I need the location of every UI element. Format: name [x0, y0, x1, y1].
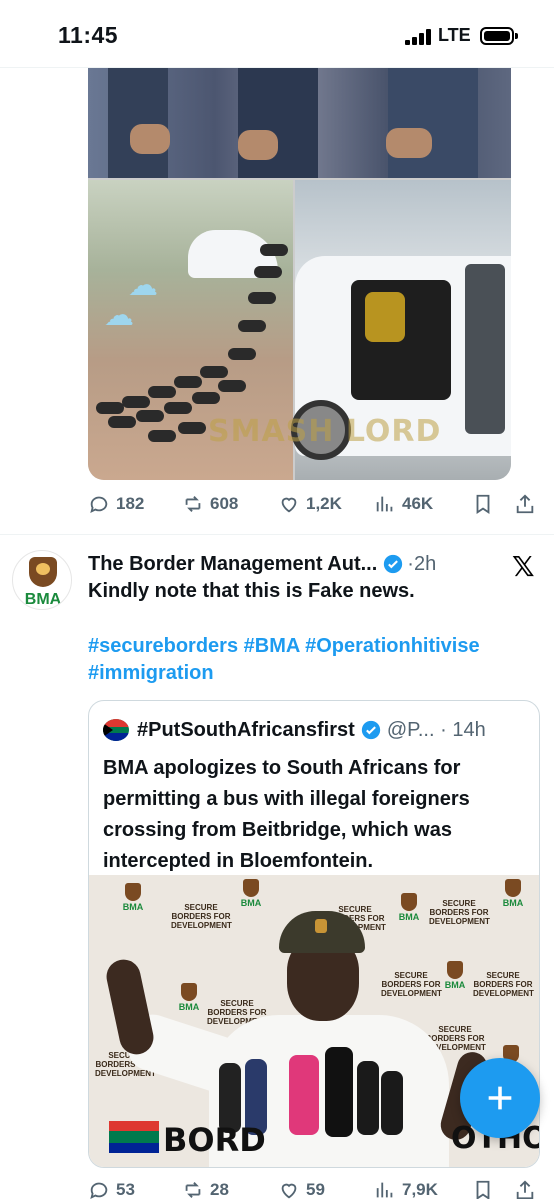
bookmark-button[interactable] [472, 1170, 500, 1199]
reply-button[interactable]: 182 [88, 484, 144, 524]
verified-badge-icon [361, 720, 380, 740]
views-count: 7,9K [402, 1180, 438, 1199]
network-label: LTE [438, 25, 471, 45]
views-icon [376, 496, 393, 512]
quote-text: BMA apologizes to South Africans for per… [103, 757, 470, 872]
repost-count: 28 [210, 1180, 229, 1199]
avatar-text: BMA [24, 591, 62, 608]
tweet-divider [0, 534, 554, 535]
bookmark-icon [476, 494, 490, 514]
like-count: 1,2K [306, 494, 342, 513]
reply-icon [90, 1182, 108, 1199]
like-count: 59 [306, 1180, 325, 1199]
media-watermark: SMASH LORD [208, 414, 442, 449]
views-button[interactable]: 46K [374, 484, 433, 524]
battery-icon [480, 27, 518, 45]
heart-icon [281, 1183, 297, 1199]
media-photo-officers[interactable] [88, 68, 511, 178]
share-button[interactable] [514, 1170, 542, 1199]
tweet-text: Kindly note that this is Fake news. [88, 580, 415, 602]
x-logo-icon[interactable]: 𝕏 [512, 550, 535, 583]
repost-count: 608 [210, 494, 239, 513]
verified-badge-icon [384, 554, 403, 574]
tweet-hashtags[interactable]: #secureborders #BMA #Operationhitivise #… [88, 633, 538, 687]
reply-count: 182 [116, 494, 145, 513]
quote-author-name: #PutSouthAfricansfirst [137, 718, 355, 741]
south-africa-flag [109, 1121, 159, 1153]
share-icon [516, 1180, 534, 1199]
repost-icon [185, 1182, 201, 1198]
compose-button[interactable] [460, 1058, 540, 1138]
banner-text-left: BORD [163, 1121, 266, 1159]
signal-icon [405, 29, 433, 45]
plus-icon [488, 1086, 512, 1110]
tweet-actions: 182 608 1,2K 46K [88, 484, 540, 524]
views-count: 46K [402, 494, 434, 513]
tweet-header: The Border Management Aut... ·2h [88, 550, 436, 578]
author-name[interactable]: The Border Management Aut... [88, 553, 377, 576]
tweet-time[interactable]: ·2h [407, 553, 436, 576]
heart-icon [281, 497, 297, 513]
like-button[interactable]: 1,2K [278, 484, 342, 524]
repost-button[interactable]: 28 [182, 1170, 229, 1199]
tweet-actions: 53 28 59 7,9K [88, 1170, 540, 1199]
tweet-media[interactable]: ☁ ☁ SMASH LORD [88, 68, 511, 480]
status-time: 11:45 [58, 22, 119, 48]
quote-handle: @P... · 14h [386, 718, 486, 741]
backdrop-tile: BMA [221, 879, 281, 908]
reply-icon [90, 496, 108, 514]
bma-logo-shield [29, 557, 57, 587]
views-icon [376, 1182, 393, 1198]
views-button[interactable]: 7,9K [374, 1170, 438, 1199]
microphone [289, 1055, 319, 1135]
status-bar: 11:45 LTE [0, 0, 554, 68]
microphone [381, 1071, 403, 1135]
backdrop-tile: SECURE BORDERS FOR DEVELOPMENT [473, 971, 534, 998]
share-button[interactable] [514, 484, 542, 524]
reply-button[interactable]: 53 [88, 1170, 135, 1199]
microphone [325, 1047, 353, 1137]
backdrop-tile: BMA [103, 883, 163, 912]
backdrop-tile: BMA [483, 879, 539, 908]
south-africa-flag-icon [103, 719, 129, 741]
like-button[interactable]: 59 [278, 1170, 325, 1199]
backdrop-tile: SECURE BORDERS FOR DEVELOPMENT [429, 899, 490, 926]
microphone [357, 1061, 379, 1135]
repost-icon [185, 496, 201, 512]
reply-count: 53 [116, 1180, 135, 1199]
repost-button[interactable]: 608 [182, 484, 238, 524]
bookmark-icon [476, 1180, 490, 1199]
avatar[interactable]: BMA [12, 550, 72, 610]
bookmark-button[interactable] [472, 484, 500, 524]
share-icon [516, 494, 534, 514]
quote-header: #PutSouthAfricansfirst @P... · 14h [103, 717, 486, 743]
cloud-icon: ☁ [104, 299, 134, 332]
